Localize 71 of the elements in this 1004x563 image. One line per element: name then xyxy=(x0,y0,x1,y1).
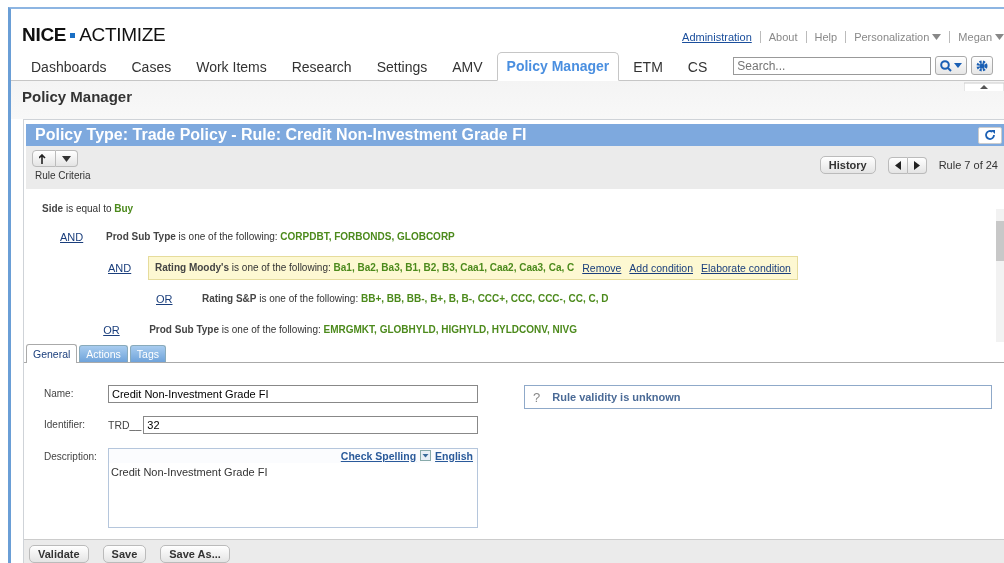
next-button[interactable] xyxy=(907,156,927,174)
previous-icon xyxy=(894,160,901,170)
nav-tab[interactable]: Settings xyxy=(365,54,439,80)
form-button[interactable]: Save As... xyxy=(160,545,230,563)
operator-link[interactable]: OR xyxy=(156,292,186,305)
validity-message: Rule validity is unknown xyxy=(552,391,681,403)
operator-link[interactable]: AND xyxy=(60,230,90,243)
condition-row[interactable]: Side is equal to Buy xyxy=(36,197,140,219)
refresh-icon xyxy=(984,129,996,141)
identifier-label: Identifier: xyxy=(44,418,87,431)
search-icon xyxy=(940,59,963,72)
detail-tab[interactable]: General xyxy=(26,344,78,363)
condition-action-link[interactable]: Remove xyxy=(582,261,622,274)
condition-text: Prod Sub Type is one of the following: EMRGMKT, GLOBHYLD, HIGHYLD, HYLDCONV, NIVG xyxy=(149,324,578,335)
condition-row[interactable]: Rating S&P is one of the following: BB+, BB, BB-, B+, B, B-, CCC+, CCC, CCC-, CC, C, D xyxy=(196,288,615,309)
validity-icon: ? xyxy=(533,389,541,405)
description-text: Credit Non-Investment Grade FI xyxy=(110,464,269,480)
name-label: Name: xyxy=(44,387,75,399)
condition-text: Prod Sub Type is one of the following: CORPDBT, FORBONDS, GLOBCORP xyxy=(106,231,455,242)
nav-tab[interactable]: Dashboards xyxy=(20,54,118,80)
search-field[interactable]: Search... xyxy=(733,57,932,75)
page-title: Policy Manager xyxy=(22,88,133,105)
nav-tab[interactable]: CS xyxy=(676,54,719,80)
name-field[interactable]: Credit Non-Investment Grade FI xyxy=(108,385,478,403)
caret-icon xyxy=(995,34,1004,40)
form-button[interactable]: Save xyxy=(102,545,147,563)
next-icon xyxy=(913,160,920,170)
condition-row[interactable]: Rating Moody's is one of the following: Ba1, Ba2, Ba3, B1, B2, B3, Caa1, Caa2, Caa3, Ca, C Remove Add condition Elaborate condition xyxy=(148,255,798,280)
header-link[interactable]: About xyxy=(768,31,798,43)
check-spelling-link[interactable]: Check Spelling xyxy=(340,449,417,462)
up-level-button[interactable] xyxy=(32,150,56,167)
nav-tab[interactable]: ETM xyxy=(622,54,674,80)
rule-position: Rule 7 of 24 xyxy=(938,159,998,171)
scrollbar[interactable] xyxy=(996,209,1004,342)
condition-text: Rating Moody's is one of the following: Ba1, Ba2, Ba3, B1, B2, B3, Caa1, Caa2, Caa3, Ca, C xyxy=(155,262,575,273)
form-button[interactable]: Validate xyxy=(29,545,89,563)
nav-tab[interactable]: AMV xyxy=(441,54,494,80)
header-link[interactable]: Personalization xyxy=(854,31,942,43)
condition-row[interactable]: Prod Sub Type is one of the following: CORPDBT, FORBONDS, GLOBCORP xyxy=(100,226,461,247)
settings-button[interactable] xyxy=(971,56,994,75)
condition-text: Rating S&P is one of the following: BB+, BB, BB-, B+, B, B-, CCC+, CCC, CCC-, CC, C, D xyxy=(202,293,609,304)
previous-button[interactable] xyxy=(887,156,908,174)
identifier-field[interactable]: 32 xyxy=(143,416,478,435)
caret-icon xyxy=(62,155,71,162)
language-link[interactable]: English xyxy=(435,449,473,462)
settings-icon xyxy=(976,59,989,72)
condition-action-link[interactable]: Elaborate condition xyxy=(701,261,791,274)
header-link[interactable]: Help xyxy=(814,31,838,43)
nav-tab[interactable]: Work Items xyxy=(185,54,278,80)
description-label: Description: xyxy=(44,449,98,462)
operator-link[interactable]: OR xyxy=(103,323,134,336)
identifier-prefix: TRD__ xyxy=(108,419,142,432)
description-field[interactable]: Check Spelling English Credit Non-Investment Grade FI xyxy=(108,447,478,528)
collapse-tab-icon[interactable] xyxy=(964,81,1004,91)
dropdown-button[interactable] xyxy=(56,150,78,167)
header-link[interactable]: Megan xyxy=(958,31,1004,43)
logo: NICE ACTIMIZE xyxy=(22,24,166,46)
nav-tab[interactable]: Research xyxy=(280,54,363,80)
caret-icon xyxy=(932,34,942,40)
panel-title: Policy Type: Trade Policy - Rule: Credit Non-Investment Grade FI xyxy=(35,126,527,144)
section-label: Rule Criteria xyxy=(34,170,91,181)
search-button[interactable] xyxy=(935,56,968,75)
condition-row[interactable]: Prod Sub Type is one of the following: EMRGMKT, GLOBHYLD, HIGHYLD, HYLDCONV, NIVG xyxy=(143,319,584,340)
refresh-button[interactable] xyxy=(978,126,1002,144)
operator-link[interactable]: AND xyxy=(108,261,138,274)
condition-text: Side is equal to Buy xyxy=(42,202,134,214)
header-link[interactable]: Administration xyxy=(682,31,752,43)
condition-action-link[interactable]: Add condition xyxy=(629,261,693,274)
dropdown-icon[interactable] xyxy=(420,450,432,462)
history-button[interactable]: History xyxy=(819,156,876,174)
nav-tab[interactable]: Cases xyxy=(120,54,183,80)
